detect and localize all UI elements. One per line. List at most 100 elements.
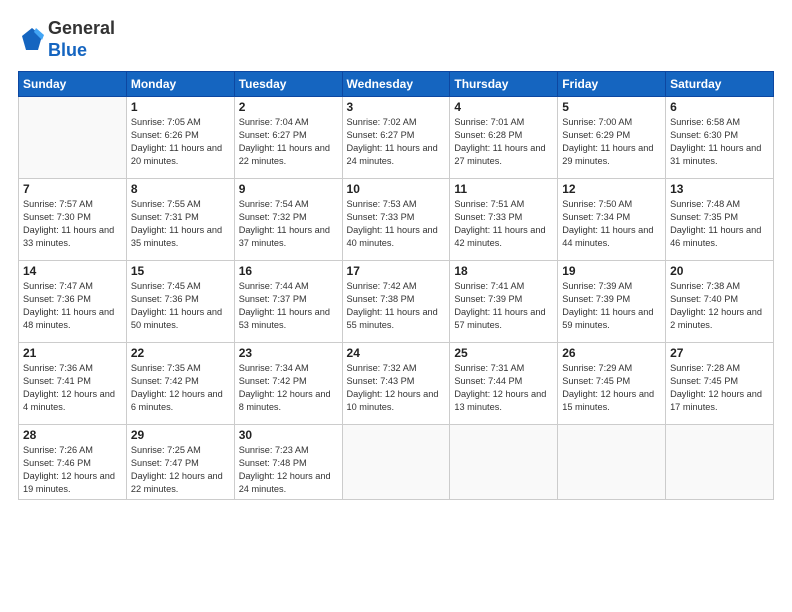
calendar-cell xyxy=(19,97,127,179)
day-number: 16 xyxy=(239,264,338,278)
day-number: 17 xyxy=(347,264,446,278)
calendar-cell: 5 Sunrise: 7:00 AMSunset: 6:29 PMDayligh… xyxy=(558,97,666,179)
day-info: Sunrise: 7:39 AMSunset: 7:39 PMDaylight:… xyxy=(562,280,661,332)
day-info: Sunrise: 7:48 AMSunset: 7:35 PMDaylight:… xyxy=(670,198,769,250)
day-number: 14 xyxy=(23,264,122,278)
day-number: 6 xyxy=(670,100,769,114)
calendar-cell: 14 Sunrise: 7:47 AMSunset: 7:36 PMDaylig… xyxy=(19,261,127,343)
calendar-cell: 21 Sunrise: 7:36 AMSunset: 7:41 PMDaylig… xyxy=(19,343,127,425)
day-info: Sunrise: 7:32 AMSunset: 7:43 PMDaylight:… xyxy=(347,362,446,414)
logo-text: General Blue xyxy=(48,18,115,61)
day-info: Sunrise: 7:57 AMSunset: 7:30 PMDaylight:… xyxy=(23,198,122,250)
day-number: 22 xyxy=(131,346,230,360)
day-info: Sunrise: 7:29 AMSunset: 7:45 PMDaylight:… xyxy=(562,362,661,414)
calendar-cell xyxy=(558,425,666,500)
day-info: Sunrise: 7:23 AMSunset: 7:48 PMDaylight:… xyxy=(239,444,338,496)
day-info: Sunrise: 6:58 AMSunset: 6:30 PMDaylight:… xyxy=(670,116,769,168)
calendar-cell: 30 Sunrise: 7:23 AMSunset: 7:48 PMDaylig… xyxy=(234,425,342,500)
page: General Blue SundayMondayTuesdayWednesda… xyxy=(0,0,792,612)
day-number: 23 xyxy=(239,346,338,360)
calendar-cell: 3 Sunrise: 7:02 AMSunset: 6:27 PMDayligh… xyxy=(342,97,450,179)
calendar-cell xyxy=(342,425,450,500)
day-of-week-header: Friday xyxy=(558,72,666,97)
day-info: Sunrise: 7:35 AMSunset: 7:42 PMDaylight:… xyxy=(131,362,230,414)
logo-icon xyxy=(18,26,46,54)
day-info: Sunrise: 7:25 AMSunset: 7:47 PMDaylight:… xyxy=(131,444,230,496)
day-number: 10 xyxy=(347,182,446,196)
day-number: 12 xyxy=(562,182,661,196)
day-number: 13 xyxy=(670,182,769,196)
calendar-cell: 17 Sunrise: 7:42 AMSunset: 7:38 PMDaylig… xyxy=(342,261,450,343)
calendar-cell: 29 Sunrise: 7:25 AMSunset: 7:47 PMDaylig… xyxy=(126,425,234,500)
day-number: 19 xyxy=(562,264,661,278)
calendar-cell: 4 Sunrise: 7:01 AMSunset: 6:28 PMDayligh… xyxy=(450,97,558,179)
calendar-cell: 20 Sunrise: 7:38 AMSunset: 7:40 PMDaylig… xyxy=(666,261,774,343)
day-info: Sunrise: 7:36 AMSunset: 7:41 PMDaylight:… xyxy=(23,362,122,414)
calendar-cell: 19 Sunrise: 7:39 AMSunset: 7:39 PMDaylig… xyxy=(558,261,666,343)
day-number: 7 xyxy=(23,182,122,196)
day-number: 2 xyxy=(239,100,338,114)
day-info: Sunrise: 7:53 AMSunset: 7:33 PMDaylight:… xyxy=(347,198,446,250)
day-of-week-header: Tuesday xyxy=(234,72,342,97)
calendar-cell: 24 Sunrise: 7:32 AMSunset: 7:43 PMDaylig… xyxy=(342,343,450,425)
day-number: 27 xyxy=(670,346,769,360)
calendar-week-row: 28 Sunrise: 7:26 AMSunset: 7:46 PMDaylig… xyxy=(19,425,774,500)
calendar-cell: 27 Sunrise: 7:28 AMSunset: 7:45 PMDaylig… xyxy=(666,343,774,425)
day-info: Sunrise: 7:00 AMSunset: 6:29 PMDaylight:… xyxy=(562,116,661,168)
day-number: 25 xyxy=(454,346,553,360)
day-number: 1 xyxy=(131,100,230,114)
calendar-cell xyxy=(666,425,774,500)
day-number: 3 xyxy=(347,100,446,114)
day-info: Sunrise: 7:31 AMSunset: 7:44 PMDaylight:… xyxy=(454,362,553,414)
day-of-week-header: Saturday xyxy=(666,72,774,97)
day-of-week-header: Wednesday xyxy=(342,72,450,97)
calendar-week-row: 1 Sunrise: 7:05 AMSunset: 6:26 PMDayligh… xyxy=(19,97,774,179)
calendar-cell: 1 Sunrise: 7:05 AMSunset: 6:26 PMDayligh… xyxy=(126,97,234,179)
day-number: 20 xyxy=(670,264,769,278)
calendar-cell: 23 Sunrise: 7:34 AMSunset: 7:42 PMDaylig… xyxy=(234,343,342,425)
calendar-header-row: SundayMondayTuesdayWednesdayThursdayFrid… xyxy=(19,72,774,97)
calendar-cell: 25 Sunrise: 7:31 AMSunset: 7:44 PMDaylig… xyxy=(450,343,558,425)
day-number: 4 xyxy=(454,100,553,114)
day-number: 26 xyxy=(562,346,661,360)
day-info: Sunrise: 7:45 AMSunset: 7:36 PMDaylight:… xyxy=(131,280,230,332)
calendar-cell: 28 Sunrise: 7:26 AMSunset: 7:46 PMDaylig… xyxy=(19,425,127,500)
day-info: Sunrise: 7:42 AMSunset: 7:38 PMDaylight:… xyxy=(347,280,446,332)
day-of-week-header: Monday xyxy=(126,72,234,97)
calendar-cell: 12 Sunrise: 7:50 AMSunset: 7:34 PMDaylig… xyxy=(558,179,666,261)
day-info: Sunrise: 7:54 AMSunset: 7:32 PMDaylight:… xyxy=(239,198,338,250)
day-info: Sunrise: 7:01 AMSunset: 6:28 PMDaylight:… xyxy=(454,116,553,168)
day-info: Sunrise: 7:51 AMSunset: 7:33 PMDaylight:… xyxy=(454,198,553,250)
day-number: 9 xyxy=(239,182,338,196)
day-number: 30 xyxy=(239,428,338,442)
day-info: Sunrise: 7:05 AMSunset: 6:26 PMDaylight:… xyxy=(131,116,230,168)
day-number: 29 xyxy=(131,428,230,442)
day-info: Sunrise: 7:38 AMSunset: 7:40 PMDaylight:… xyxy=(670,280,769,332)
day-info: Sunrise: 7:44 AMSunset: 7:37 PMDaylight:… xyxy=(239,280,338,332)
day-info: Sunrise: 7:55 AMSunset: 7:31 PMDaylight:… xyxy=(131,198,230,250)
day-number: 24 xyxy=(347,346,446,360)
calendar-week-row: 7 Sunrise: 7:57 AMSunset: 7:30 PMDayligh… xyxy=(19,179,774,261)
header: General Blue xyxy=(18,18,774,61)
day-info: Sunrise: 7:41 AMSunset: 7:39 PMDaylight:… xyxy=(454,280,553,332)
calendar: SundayMondayTuesdayWednesdayThursdayFrid… xyxy=(18,71,774,500)
day-info: Sunrise: 7:26 AMSunset: 7:46 PMDaylight:… xyxy=(23,444,122,496)
day-number: 5 xyxy=(562,100,661,114)
calendar-cell: 18 Sunrise: 7:41 AMSunset: 7:39 PMDaylig… xyxy=(450,261,558,343)
calendar-cell: 22 Sunrise: 7:35 AMSunset: 7:42 PMDaylig… xyxy=(126,343,234,425)
calendar-cell: 9 Sunrise: 7:54 AMSunset: 7:32 PMDayligh… xyxy=(234,179,342,261)
day-info: Sunrise: 7:28 AMSunset: 7:45 PMDaylight:… xyxy=(670,362,769,414)
calendar-cell: 16 Sunrise: 7:44 AMSunset: 7:37 PMDaylig… xyxy=(234,261,342,343)
calendar-cell: 10 Sunrise: 7:53 AMSunset: 7:33 PMDaylig… xyxy=(342,179,450,261)
calendar-cell: 2 Sunrise: 7:04 AMSunset: 6:27 PMDayligh… xyxy=(234,97,342,179)
day-info: Sunrise: 7:04 AMSunset: 6:27 PMDaylight:… xyxy=(239,116,338,168)
logo: General Blue xyxy=(18,18,115,61)
calendar-cell: 8 Sunrise: 7:55 AMSunset: 7:31 PMDayligh… xyxy=(126,179,234,261)
day-of-week-header: Sunday xyxy=(19,72,127,97)
calendar-cell: 6 Sunrise: 6:58 AMSunset: 6:30 PMDayligh… xyxy=(666,97,774,179)
calendar-cell: 26 Sunrise: 7:29 AMSunset: 7:45 PMDaylig… xyxy=(558,343,666,425)
calendar-cell: 13 Sunrise: 7:48 AMSunset: 7:35 PMDaylig… xyxy=(666,179,774,261)
day-number: 15 xyxy=(131,264,230,278)
day-info: Sunrise: 7:02 AMSunset: 6:27 PMDaylight:… xyxy=(347,116,446,168)
calendar-week-row: 14 Sunrise: 7:47 AMSunset: 7:36 PMDaylig… xyxy=(19,261,774,343)
